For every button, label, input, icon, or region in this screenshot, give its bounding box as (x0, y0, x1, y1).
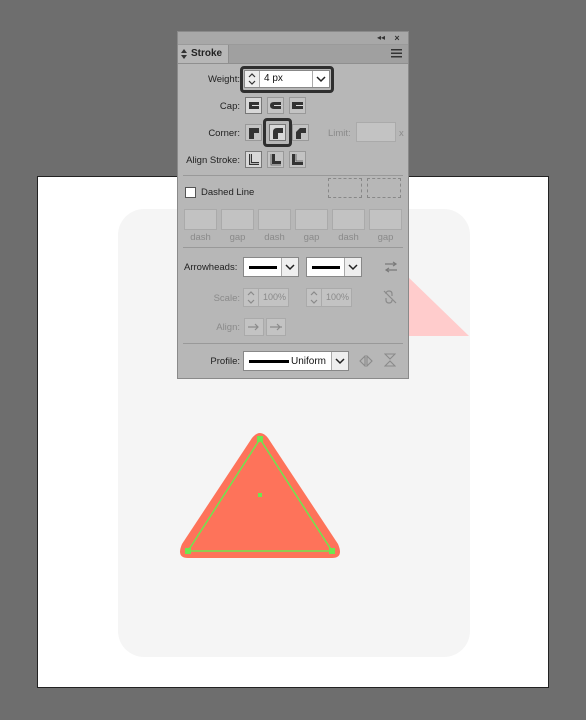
extend-arrow-tip-button[interactable] (244, 318, 264, 336)
gap-field-label: gap (229, 232, 246, 243)
gap-field-1[interactable] (221, 209, 254, 230)
dash-field-label: dash (264, 232, 285, 243)
center-point (258, 493, 262, 497)
flip-vertical-icon[interactable] (384, 353, 396, 367)
end-arrowhead-select[interactable] (306, 257, 362, 277)
gap-field-label: gap (377, 232, 394, 243)
start-scale-input[interactable]: 100% (243, 288, 289, 307)
swap-arrows-icon[interactable] (384, 261, 398, 273)
dash-field-2[interactable] (258, 209, 291, 230)
arrow-align-tip-icon (248, 323, 259, 331)
limit-label: Limit: (328, 128, 351, 139)
arrow-align-end-icon (270, 323, 282, 331)
cap-label: Cap: (219, 101, 240, 112)
weight-highlight (240, 66, 334, 93)
projecting-cap-icon (292, 102, 303, 109)
limit-input[interactable] (356, 122, 396, 142)
start-arrowhead-select[interactable] (243, 257, 299, 277)
miter-join-button[interactable] (245, 124, 262, 141)
flip-horizontal-icon[interactable] (359, 355, 373, 367)
align-outside-icon (292, 154, 303, 165)
panel-tab-row: Stroke (178, 45, 408, 64)
profile-preview (249, 360, 289, 363)
scale-label: Scale: (213, 293, 240, 304)
up-down-arrow-icon (181, 49, 187, 59)
align-dash-corners-button[interactable] (367, 178, 401, 198)
dash-field-3[interactable] (332, 209, 365, 230)
anchor-top (257, 436, 263, 442)
align-inside-button[interactable] (267, 151, 284, 168)
anchor-right (329, 548, 335, 554)
dashed-line-label: Dashed Line (201, 187, 255, 198)
align-inside-icon (270, 154, 281, 166)
round-cap-icon (270, 102, 281, 109)
tab-stroke-label: Stroke (191, 48, 223, 59)
gap-field-2[interactable] (295, 209, 328, 230)
butt-cap-icon (249, 102, 259, 109)
panel-titlebar[interactable]: ◂◂ × (178, 32, 408, 45)
dash-field-label: dash (190, 232, 211, 243)
profile-label: Profile: (210, 356, 240, 367)
stepper-icon (310, 289, 322, 306)
dashed-line-checkbox[interactable] (185, 187, 196, 198)
unlink-icon[interactable] (383, 290, 397, 304)
butt-cap-button[interactable] (245, 97, 262, 114)
limit-suffix: x (399, 128, 404, 139)
stroke-panel: ◂◂ × Stroke Weight: 4 px Cap: Corner: Li… (177, 31, 409, 379)
bevel-join-icon (296, 128, 306, 139)
align-center-button[interactable] (245, 151, 262, 168)
double-left-arrow-icon[interactable]: ◂◂ (376, 33, 386, 43)
chevron-down-icon (281, 258, 298, 276)
align-outside-button[interactable] (289, 151, 306, 168)
place-arrow-tip-button[interactable] (266, 318, 286, 336)
align-center-icon (249, 154, 259, 165)
bevel-join-button[interactable] (292, 124, 309, 141)
profile-value: Uniform (291, 356, 327, 367)
end-scale-value: 100% (326, 292, 350, 302)
align-stroke-label: Align Stroke: (186, 155, 240, 166)
anchor-left (185, 548, 191, 554)
end-scale-input[interactable]: 100% (306, 288, 352, 307)
weight-label: Weight: (207, 74, 240, 85)
corner-label: Corner: (208, 128, 240, 139)
stepper-icon (247, 289, 259, 306)
dash-field-label: dash (338, 232, 359, 243)
close-icon[interactable]: × (392, 33, 402, 43)
tab-stroke[interactable]: Stroke (178, 45, 229, 63)
chevron-down-icon (331, 352, 348, 370)
start-scale-value: 100% (263, 292, 287, 302)
miter-join-icon (249, 128, 259, 139)
divider (183, 247, 403, 248)
arrowheads-label: Arrowheads: (184, 262, 238, 273)
projecting-cap-button[interactable] (289, 97, 306, 114)
hamburger-menu-icon[interactable] (391, 49, 402, 58)
round-cap-button[interactable] (267, 97, 284, 114)
profile-select[interactable]: Uniform (243, 351, 349, 371)
chevron-down-icon (344, 258, 361, 276)
gap-field-label: gap (303, 232, 320, 243)
corner-highlight (263, 118, 292, 147)
divider (183, 175, 403, 176)
divider (183, 343, 403, 344)
preserve-dash-button[interactable] (328, 178, 362, 198)
dash-field-1[interactable] (184, 209, 217, 230)
align-label: Align: (216, 322, 240, 333)
gap-field-3[interactable] (369, 209, 402, 230)
